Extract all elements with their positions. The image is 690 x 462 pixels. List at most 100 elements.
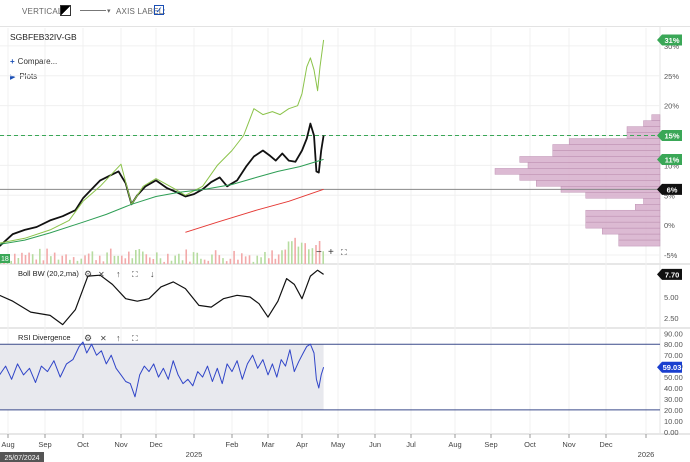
volume-bar (128, 251, 130, 264)
volume-bar (163, 261, 165, 264)
volume-bar (281, 250, 283, 264)
volume-bar (142, 251, 144, 264)
volume-profile-bar (585, 221, 661, 229)
volume-bar (152, 258, 155, 264)
volume-bar (109, 248, 112, 264)
volume-bar (17, 258, 20, 264)
volume-profile-bar (536, 180, 661, 187)
expand-icon: ⛶ (131, 334, 138, 343)
volume-bar (297, 246, 300, 264)
volume-bar (244, 256, 247, 264)
volume-bar (218, 255, 221, 264)
volume-bar (264, 251, 266, 264)
up-arrow-icon: ↑ (116, 333, 121, 343)
volume-bar (138, 249, 141, 264)
chart-title: SGBFEB32IV-GB (10, 32, 77, 42)
volume-profile-bar (569, 138, 661, 145)
x-tick-label: Sep (484, 440, 497, 449)
volume-profile-bar (552, 144, 661, 151)
volume-bar (248, 255, 251, 264)
y-tick-label: 5.00 (664, 293, 679, 302)
volume-bar (211, 254, 213, 264)
volume-bar (113, 255, 116, 264)
y-tick-label: 10.00 (664, 417, 683, 426)
x-tick-label: 2026 (638, 450, 655, 459)
chart-toolbar: VERTICAL: ▾ AXIS LABEL: ✓ (0, 0, 690, 27)
volume-bar (69, 259, 71, 264)
down-arrow-icon: ↓ (150, 269, 155, 279)
y-tick-label: 80.00 (664, 340, 683, 349)
volume-bar (256, 255, 259, 264)
axis-label-checkbox[interactable]: ✓ (154, 5, 164, 15)
expand-icon: ⛶ (340, 248, 347, 257)
value-tag-label: 31% (664, 36, 679, 45)
x-tick-label: Apr (296, 440, 308, 449)
volume-bar (241, 253, 243, 264)
series-line (0, 158, 324, 245)
volume-bar (149, 257, 151, 264)
volume-profile-bar (585, 209, 661, 217)
volume-bar (61, 255, 64, 264)
volume-profile-bar (494, 168, 661, 175)
chevron-down-icon[interactable]: ▾ (107, 7, 111, 15)
volume-profile-bar (527, 162, 661, 169)
volume-bar (291, 241, 293, 264)
volume-bar (102, 261, 105, 264)
volume-bar (268, 258, 270, 264)
volume-profile-bar (643, 198, 661, 205)
volume-bar (294, 237, 296, 264)
rsi-band (0, 344, 324, 410)
y-tick-label: 20.00 (664, 406, 683, 415)
volume-bar (207, 260, 210, 264)
volume-bar (28, 252, 30, 264)
volume-bar (222, 258, 224, 264)
volume-bar (225, 261, 228, 264)
volume-profile-bar (643, 120, 661, 127)
volume-bar (42, 260, 45, 264)
volume-bar (189, 261, 191, 264)
line-color-swatch[interactable] (60, 5, 71, 16)
volume-bar (174, 255, 176, 264)
volume-bar (131, 258, 134, 264)
x-tick-label: Nov (562, 440, 576, 449)
volume-bar (300, 242, 303, 264)
volume-bar (124, 258, 127, 264)
volume-bar (84, 255, 86, 264)
y-tick-label: 40.00 (664, 384, 683, 393)
x-tick-label: May (331, 440, 345, 449)
volume-bar (178, 253, 180, 264)
volume-bar (167, 253, 169, 264)
volume-profile-bar (585, 215, 661, 223)
volume-bar (185, 249, 188, 264)
y-tick-label: 0% (664, 221, 675, 230)
y-tick-label: 90.00 (664, 329, 683, 338)
volume-bar (117, 255, 119, 264)
x-tick-label: Aug (1, 440, 14, 449)
panel-title: Boll BW (20,2,ma) (18, 269, 79, 278)
volume-bar (287, 241, 290, 264)
close-icon: ✕ (100, 334, 107, 343)
x-tick-label: Sep (38, 440, 51, 449)
volume-profile-bar (626, 126, 661, 133)
up-arrow-icon: ↑ (116, 269, 121, 279)
volume-bar (233, 250, 235, 264)
volume-profile-bar (585, 192, 661, 199)
volume-bar (31, 254, 34, 264)
x-tick-label: Jun (369, 440, 381, 449)
volume-bar (13, 253, 16, 264)
volume-profile-bar (635, 204, 661, 211)
plus-icon: + (328, 247, 334, 258)
volume-bar (24, 255, 27, 264)
gear-icon: ⚙ (84, 269, 92, 279)
volume-profile-bar (602, 227, 661, 235)
volume-tag-label: 18 (1, 256, 9, 263)
expand-icon: ⛶ (131, 270, 138, 279)
series-line (0, 39, 325, 244)
volume-bar (35, 259, 38, 264)
x-tick-label: Dec (149, 440, 163, 449)
volume-bar (50, 256, 52, 264)
line-style-selector[interactable] (80, 10, 106, 11)
volume-profile-bar (618, 239, 661, 247)
volume-bar (91, 251, 94, 264)
volume-profile-bar (651, 114, 661, 121)
